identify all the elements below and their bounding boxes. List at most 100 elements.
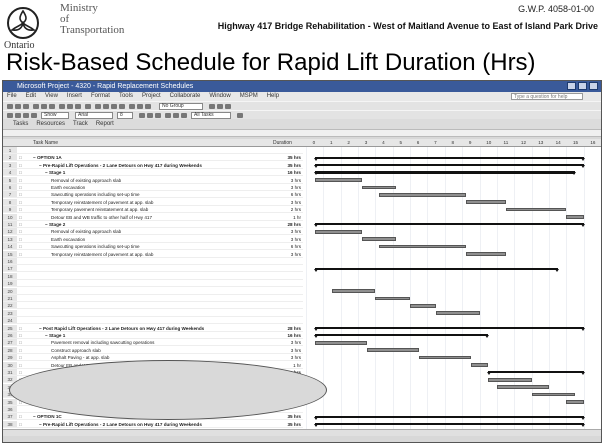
task-row[interactable]: 18: [3, 272, 303, 280]
task-row[interactable]: 7 □ Sawcutting operations including set-up…: [3, 191, 303, 199]
task-row[interactable]: 17: [3, 265, 303, 273]
maximize-button[interactable]: [578, 82, 587, 90]
task-row[interactable]: 26 □ − Stage 1 16 hrs: [3, 332, 303, 340]
underline-icon[interactable]: [155, 113, 161, 118]
font-size-select[interactable]: 8: [117, 112, 133, 119]
menu-help[interactable]: Help: [267, 92, 279, 101]
menu-edit[interactable]: Edit: [26, 92, 36, 101]
open-file-icon[interactable]: [15, 104, 21, 109]
link-tasks-icon[interactable]: [103, 104, 109, 109]
hyperlink-icon[interactable]: [95, 104, 101, 109]
font-select[interactable]: Arial: [75, 112, 113, 119]
gantt-task-bar[interactable]: [378, 244, 466, 249]
italic-icon[interactable]: [147, 113, 153, 118]
menu-view[interactable]: View: [45, 92, 58, 101]
gantt-summary-bar[interactable]: [313, 423, 585, 428]
gantt-task-bar[interactable]: [418, 355, 471, 360]
task-info-icon[interactable]: [129, 104, 135, 109]
filter-select[interactable]: All Tasks: [191, 112, 231, 119]
horizontal-scrollbar[interactable]: [3, 429, 601, 436]
unlink-tasks-icon[interactable]: [111, 104, 117, 109]
task-name-column-header[interactable]: Task Name: [33, 139, 58, 147]
gantt-task-bar[interactable]: [465, 200, 506, 204]
view-track[interactable]: Track: [73, 119, 88, 129]
autofilter-icon[interactable]: [237, 113, 243, 118]
menu-window[interactable]: Window: [209, 92, 230, 101]
save-icon[interactable]: [23, 104, 29, 109]
gantt-task-bar[interactable]: [488, 378, 532, 382]
print-icon[interactable]: [33, 104, 39, 109]
new-file-icon[interactable]: [7, 104, 13, 109]
task-row[interactable]: 11 □ − Stage 2 28 hrs: [3, 221, 303, 229]
menu-insert[interactable]: Insert: [67, 92, 82, 101]
cut-icon[interactable]: [59, 104, 65, 109]
gantt-task-bar[interactable]: [361, 185, 397, 190]
preview-icon[interactable]: [41, 104, 47, 109]
entry-bar[interactable]: [3, 129, 601, 137]
gantt-summary-bar[interactable]: [313, 267, 559, 272]
task-row[interactable]: 5 □ Removal of existing approach slab 3 hrs: [3, 176, 303, 184]
task-row[interactable]: 4 □ − Stage 1 16 hrs: [3, 169, 303, 177]
gantt-task-bar[interactable]: [332, 289, 376, 293]
assign-resources-icon[interactable]: [145, 104, 151, 109]
gantt-summary-bar[interactable]: [313, 334, 489, 339]
task-row[interactable]: 2 □ − OPTION 1A 35 hrs: [3, 154, 303, 162]
show-outline-select[interactable]: Show: [41, 112, 69, 119]
gantt-task-bar[interactable]: [361, 237, 397, 241]
menu-project[interactable]: Project: [142, 92, 161, 101]
zoom-out-icon[interactable]: [217, 104, 223, 109]
gantt-summary-bar[interactable]: [313, 223, 585, 228]
gantt-task-bar[interactable]: [366, 348, 419, 352]
gantt-task-bar[interactable]: [496, 385, 549, 389]
task-row[interactable]: 28 □ Construct approach slab 3 hrs: [3, 346, 303, 354]
scroll-to-task-icon[interactable]: [225, 104, 231, 109]
gantt-task-bar[interactable]: [505, 207, 567, 212]
gantt-task-bar[interactable]: [566, 400, 584, 404]
task-row[interactable]: 10 □ Detour EB and WB traffic to other hal…: [3, 213, 303, 221]
hide-subtasks-icon[interactable]: [31, 113, 37, 118]
menu-tools[interactable]: Tools: [119, 92, 133, 101]
gantt-summary-bar[interactable]: [313, 164, 585, 169]
task-row[interactable]: 9 □ Temporary pavement reinstatement at ap…: [3, 206, 303, 214]
indent-icon[interactable]: [15, 113, 21, 118]
task-row[interactable]: 19: [3, 280, 303, 288]
view-resources[interactable]: Resources: [36, 119, 65, 129]
gantt-task-bar[interactable]: [436, 311, 480, 315]
menu-file[interactable]: File: [7, 92, 17, 101]
help-search-input[interactable]: Type a question for help: [511, 93, 583, 100]
gantt-summary-bar[interactable]: [313, 156, 585, 161]
task-row[interactable]: 3 □ − Pre-Rapid Lift Operations - 2 Lane D…: [3, 161, 303, 169]
close-button[interactable]: [589, 82, 598, 90]
task-row[interactable]: 21: [3, 295, 303, 303]
menu-mspm[interactable]: MSPM: [240, 92, 258, 101]
task-row[interactable]: 12 □ Removal of existing approach slab 3 hr…: [3, 228, 303, 236]
task-row[interactable]: 16: [3, 258, 303, 266]
gantt-task-bar[interactable]: [470, 363, 489, 367]
task-row[interactable]: 25 □ − Post Rapid Lift Operations - 2 Lane…: [3, 324, 303, 332]
task-row[interactable]: 1: [3, 147, 303, 155]
gantt-task-bar[interactable]: [410, 304, 437, 308]
gantt-summary-bar[interactable]: [487, 371, 586, 376]
task-notes-icon[interactable]: [137, 104, 143, 109]
gantt-task-bar[interactable]: [314, 178, 362, 182]
split-task-icon[interactable]: [119, 104, 125, 109]
task-row[interactable]: 27 □ Pavement removal including sawcutting…: [3, 339, 303, 347]
gantt-summary-bar[interactable]: [313, 171, 577, 176]
undo-icon[interactable]: [85, 104, 91, 109]
copy-icon[interactable]: [67, 104, 73, 109]
gantt-task-bar[interactable]: [314, 230, 362, 234]
minimize-button[interactable]: [567, 82, 576, 90]
outdent-icon[interactable]: [7, 113, 13, 118]
view-tasks[interactable]: Tasks: [13, 119, 28, 129]
task-row[interactable]: 22: [3, 302, 303, 310]
gantt-task-bar[interactable]: [314, 341, 367, 345]
paste-icon[interactable]: [75, 104, 81, 109]
menu-format[interactable]: Format: [91, 92, 110, 101]
task-row[interactable]: 20: [3, 287, 303, 295]
gantt-summary-bar[interactable]: [313, 415, 585, 420]
task-row[interactable]: 15 □ Temporary reinstatement of pavement a…: [3, 250, 303, 258]
gantt-task-bar[interactable]: [566, 215, 584, 219]
align-center-icon[interactable]: [173, 113, 179, 118]
align-left-icon[interactable]: [165, 113, 171, 118]
task-row[interactable]: 8 □ Temporary reinstatement of pavement at…: [3, 198, 303, 206]
